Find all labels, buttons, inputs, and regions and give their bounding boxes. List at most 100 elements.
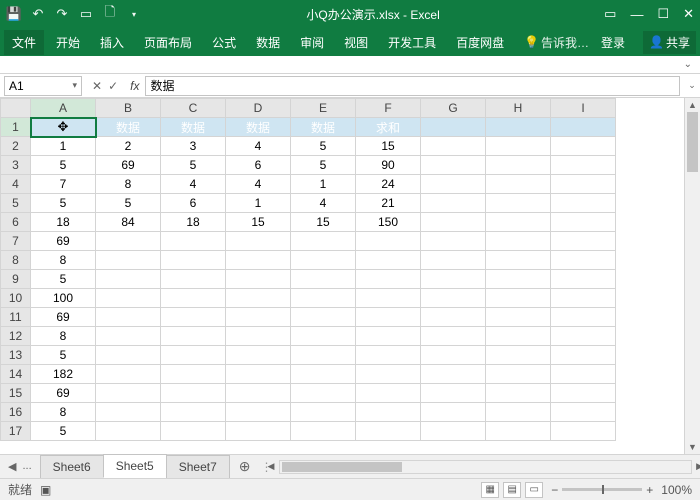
cell[interactable]	[291, 251, 356, 270]
cell[interactable]: 3	[161, 137, 226, 156]
cell[interactable]	[291, 308, 356, 327]
cell[interactable]	[226, 232, 291, 251]
cell[interactable]: 5	[291, 137, 356, 156]
cell[interactable]	[421, 422, 486, 441]
cell[interactable]: 5	[31, 156, 96, 175]
cell[interactable]	[291, 346, 356, 365]
tab-file[interactable]: 文件	[4, 30, 44, 55]
cell[interactable]: 1	[291, 175, 356, 194]
tab-review[interactable]: 审阅	[292, 30, 332, 55]
cell[interactable]	[486, 327, 551, 346]
cell[interactable]	[551, 289, 616, 308]
cell[interactable]	[96, 251, 161, 270]
cell[interactable]	[291, 327, 356, 346]
cell[interactable]	[551, 156, 616, 175]
page-layout-icon[interactable]: ▤	[503, 482, 521, 498]
cell[interactable]	[161, 384, 226, 403]
row-header[interactable]: 2	[1, 137, 31, 156]
cell[interactable]	[421, 384, 486, 403]
row-header[interactable]: 8	[1, 251, 31, 270]
cell[interactable]: 6	[161, 194, 226, 213]
cell[interactable]	[356, 403, 421, 422]
row-header[interactable]: 4	[1, 175, 31, 194]
tab-layout[interactable]: 页面布局	[136, 30, 200, 55]
cell[interactable]	[421, 308, 486, 327]
scroll-left-icon[interactable]: ◀	[268, 461, 275, 472]
cell[interactable]	[421, 118, 486, 137]
tab-data[interactable]: 数据	[248, 30, 288, 55]
row-header[interactable]: 10	[1, 289, 31, 308]
tab-baidu[interactable]: 百度网盘	[448, 30, 512, 55]
cell[interactable]	[551, 213, 616, 232]
cell[interactable]	[421, 213, 486, 232]
cell[interactable]	[356, 270, 421, 289]
ribbon-options-icon[interactable]: ▭	[604, 6, 616, 22]
cell[interactable]	[226, 327, 291, 346]
cell[interactable]	[551, 175, 616, 194]
cell[interactable]: 8	[96, 175, 161, 194]
col-header[interactable]: I	[551, 99, 616, 118]
cell[interactable]	[551, 422, 616, 441]
cell[interactable]: 数据	[161, 118, 226, 137]
cell[interactable]	[161, 403, 226, 422]
cell[interactable]: 15	[226, 213, 291, 232]
cell[interactable]	[356, 327, 421, 346]
cell[interactable]: 8	[31, 251, 96, 270]
cell[interactable]	[291, 384, 356, 403]
check-icon[interactable]: ✓	[108, 79, 118, 93]
cell[interactable]	[356, 251, 421, 270]
cell[interactable]	[486, 251, 551, 270]
cell[interactable]	[356, 384, 421, 403]
cell[interactable]: 69	[31, 384, 96, 403]
cell[interactable]	[551, 384, 616, 403]
cell[interactable]	[96, 289, 161, 308]
cell[interactable]	[551, 308, 616, 327]
cell[interactable]	[421, 270, 486, 289]
cell[interactable]	[161, 289, 226, 308]
cell[interactable]	[356, 422, 421, 441]
cell[interactable]	[226, 308, 291, 327]
cell[interactable]: 求和	[356, 118, 421, 137]
cell[interactable]: 数据	[291, 118, 356, 137]
row-header[interactable]: 3	[1, 156, 31, 175]
cell[interactable]: 7	[31, 175, 96, 194]
cell[interactable]	[421, 137, 486, 156]
cell[interactable]: 8	[31, 403, 96, 422]
close-icon[interactable]: ✕	[683, 6, 694, 22]
cell[interactable]	[96, 270, 161, 289]
cell[interactable]	[551, 403, 616, 422]
cell[interactable]	[291, 403, 356, 422]
cell[interactable]	[486, 213, 551, 232]
cell[interactable]: 4	[291, 194, 356, 213]
cell[interactable]	[226, 346, 291, 365]
cell[interactable]: 4	[161, 175, 226, 194]
cell[interactable]	[161, 422, 226, 441]
add-sheet-button[interactable]: ⊕	[229, 458, 261, 475]
save-icon[interactable]: 💾	[6, 6, 22, 22]
cell[interactable]	[421, 365, 486, 384]
col-header[interactable]: A	[31, 99, 96, 118]
tab-developer[interactable]: 开发工具	[380, 30, 444, 55]
sheet-tab[interactable]: Sheet5	[103, 454, 167, 478]
maximize-icon[interactable]: ☐	[657, 6, 669, 22]
cell[interactable]	[356, 365, 421, 384]
print-preview-icon[interactable]: 🗋	[102, 6, 118, 22]
cell[interactable]	[96, 365, 161, 384]
cell[interactable]: 5	[96, 194, 161, 213]
normal-view-icon[interactable]: ▦	[481, 482, 499, 498]
cell[interactable]	[226, 422, 291, 441]
minimize-icon[interactable]: —	[630, 7, 643, 22]
cell[interactable]	[96, 384, 161, 403]
row-header[interactable]: 6	[1, 213, 31, 232]
col-header[interactable]: G	[421, 99, 486, 118]
zoom-in-icon[interactable]: +	[646, 483, 653, 497]
cell[interactable]	[161, 346, 226, 365]
undo-icon[interactable]: ↶	[30, 6, 46, 22]
cell[interactable]: 1	[226, 194, 291, 213]
cell[interactable]: 100	[31, 289, 96, 308]
cell[interactable]	[421, 175, 486, 194]
row-header[interactable]: 17	[1, 422, 31, 441]
col-header[interactable]: D	[226, 99, 291, 118]
cell[interactable]: 84	[96, 213, 161, 232]
formula-input[interactable]: 数据	[145, 76, 680, 96]
